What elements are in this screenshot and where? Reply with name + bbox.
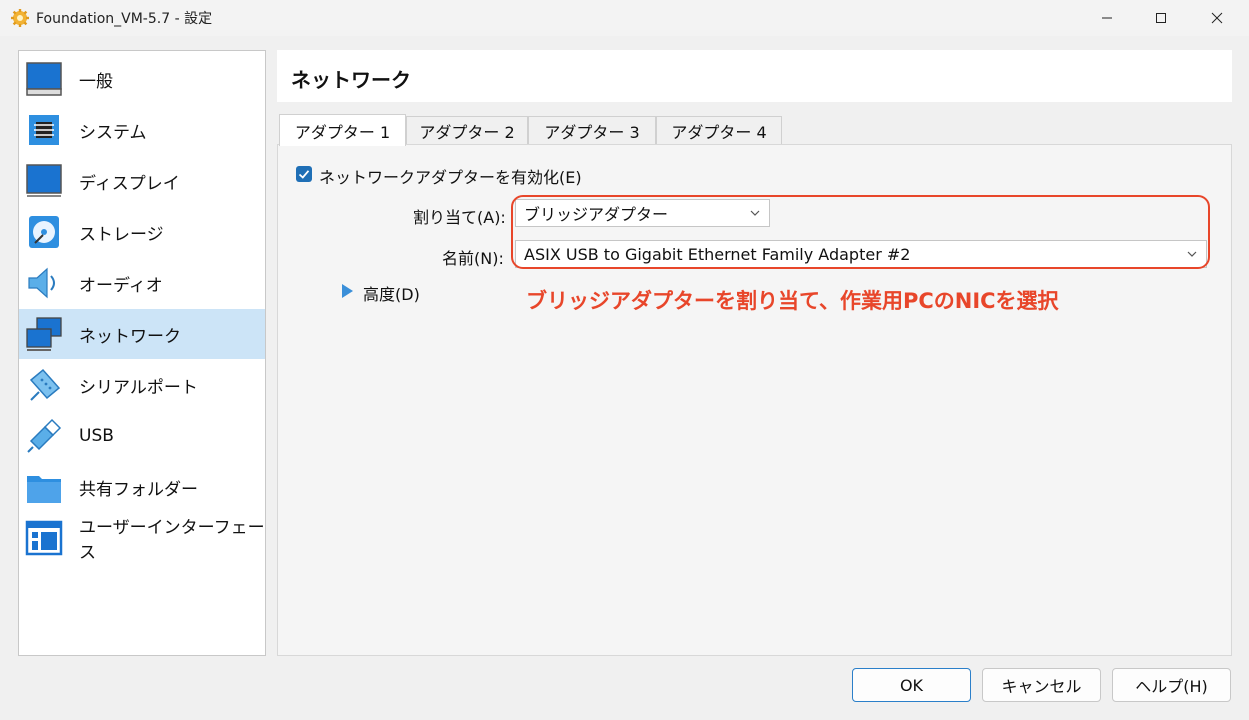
close-icon bbox=[1211, 12, 1223, 24]
help-button-label: ヘルプ(H) bbox=[1135, 677, 1208, 696]
sidebar-item-label: USB bbox=[79, 426, 114, 446]
sidebar-item-system[interactable]: システム bbox=[19, 105, 265, 155]
sidebar-item-display[interactable]: ディスプレイ bbox=[19, 156, 265, 206]
expand-triangle-icon bbox=[342, 284, 353, 298]
close-button[interactable] bbox=[1194, 0, 1240, 36]
page-header: ネットワーク bbox=[277, 50, 1232, 102]
ok-button-label: OK bbox=[899, 675, 924, 695]
advanced-label: 高度(D) bbox=[363, 285, 420, 304]
monitor-icon bbox=[26, 164, 62, 197]
sidebar-item-label: シリアルポート bbox=[79, 377, 198, 398]
sidebar-item-label: 共有フォルダー bbox=[79, 479, 198, 500]
speaker-icon bbox=[28, 267, 55, 299]
adapter-name-label: 名前(N): bbox=[442, 249, 504, 268]
title-bar: Foundation_VM-5.7 - 設定 bbox=[0, 0, 1249, 36]
enable-adapter-checkbox[interactable] bbox=[296, 166, 312, 182]
folder-icon bbox=[27, 476, 61, 503]
maximize-icon bbox=[1156, 13, 1166, 23]
sidebar-item-label: ストレージ bbox=[79, 224, 164, 245]
ok-button[interactable]: OK bbox=[852, 668, 971, 702]
sidebar-item-serial-port[interactable]: シリアルポート bbox=[19, 360, 265, 410]
sidebar-item-storage[interactable]: ストレージ bbox=[19, 207, 265, 257]
advanced-toggle[interactable]: 高度(D) bbox=[340, 281, 440, 304]
tab-adapter-3[interactable]: アダプター 3 bbox=[528, 116, 656, 144]
tab-adapter-2[interactable]: アダプター 2 bbox=[406, 116, 528, 144]
disk-icon bbox=[29, 216, 59, 248]
usb-icon bbox=[27, 418, 62, 453]
tab-label: アダプター 2 bbox=[419, 122, 515, 142]
attached-to-label: 割り当て(A): bbox=[413, 208, 506, 227]
annotation-text: ブリッジアダプターを割り当て、作業用PCのNICを選択 bbox=[526, 289, 1059, 313]
window-title: Foundation_VM-5.7 - 設定 bbox=[36, 11, 213, 27]
cancel-button-label: キャンセル bbox=[1001, 677, 1082, 696]
help-button[interactable]: ヘルプ(H) bbox=[1112, 668, 1231, 702]
minimize-icon bbox=[1102, 17, 1112, 19]
sidebar-item-label: ディスプレイ bbox=[79, 173, 180, 194]
sidebar-item-label: ユーザーインターフェース bbox=[79, 518, 265, 563]
gear-icon bbox=[11, 9, 29, 27]
tab-adapter-4[interactable]: アダプター 4 bbox=[656, 116, 782, 144]
checkmark-icon bbox=[298, 170, 310, 179]
sidebar-item-audio[interactable]: オーディオ bbox=[19, 258, 265, 308]
sidebar-item-user-interface[interactable]: ユーザーインターフェース bbox=[19, 513, 265, 563]
tab-adapter-1[interactable]: アダプター 1 bbox=[279, 114, 406, 146]
sidebar-item-shared-folders[interactable]: 共有フォルダー bbox=[19, 462, 265, 512]
settings-sidebar: 一般 システム ディスプレイ ストレージ オーディオ ネットワーク シリアルポー… bbox=[18, 50, 266, 656]
sidebar-item-network[interactable]: ネットワーク bbox=[19, 309, 265, 359]
maximize-button[interactable] bbox=[1138, 0, 1184, 36]
annotation-highlight-box bbox=[511, 195, 1210, 269]
chip-icon bbox=[29, 115, 59, 145]
ui-icon bbox=[25, 520, 63, 556]
sidebar-item-general[interactable]: 一般 bbox=[19, 54, 265, 104]
tab-label: アダプター 1 bbox=[294, 122, 391, 142]
sidebar-item-label: システム bbox=[79, 122, 147, 143]
sidebar-item-label: ネットワーク bbox=[79, 326, 181, 347]
enable-adapter-label[interactable]: ネットワークアダプターを有効化(E) bbox=[319, 164, 582, 188]
sidebar-item-label: オーディオ bbox=[79, 275, 163, 296]
page-title: ネットワーク bbox=[291, 68, 411, 92]
network-icon bbox=[26, 317, 62, 351]
general-icon bbox=[26, 62, 62, 96]
tab-label: アダプター 3 bbox=[544, 122, 640, 142]
serial-port-icon bbox=[29, 368, 61, 401]
tab-label: アダプター 4 bbox=[671, 122, 767, 142]
cancel-button[interactable]: キャンセル bbox=[982, 668, 1101, 702]
sidebar-item-label: 一般 bbox=[79, 71, 113, 92]
sidebar-item-usb[interactable]: USB bbox=[19, 411, 265, 461]
minimize-button[interactable] bbox=[1084, 0, 1130, 36]
